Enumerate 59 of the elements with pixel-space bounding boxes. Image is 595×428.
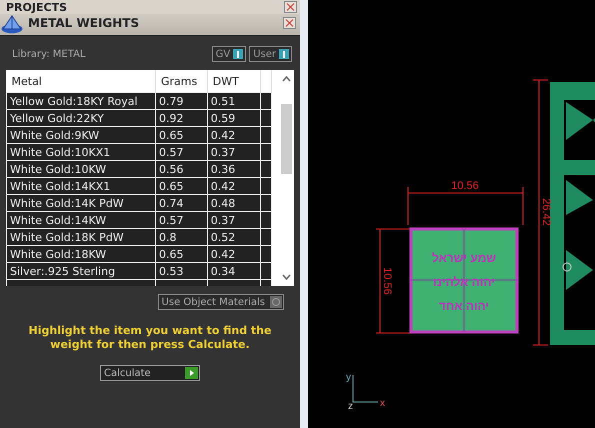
- scrollbar-thumb[interactable]: [281, 104, 292, 174]
- table-cell: Silver:.925 Sterling: [6, 262, 156, 280]
- table-cell: White Gold:10KW: [6, 160, 156, 178]
- table-cell: 0.37: [207, 144, 260, 160]
- table-cell: 0.65: [156, 178, 208, 194]
- table-cell: 0.79: [156, 92, 208, 110]
- table-cell: 0.42: [207, 126, 260, 144]
- engraving-text: יהוה אחד: [438, 299, 490, 313]
- table-cell: 0.48: [207, 194, 260, 212]
- pyramid-logo-icon: [0, 14, 24, 35]
- table-cell: 0.34: [207, 262, 260, 280]
- column-header[interactable]: DWT: [207, 70, 260, 92]
- table-cell: White Gold:10KX1: [6, 144, 156, 160]
- instruction-text: Highlight the item you want to find the weight for then press Calculate.: [28, 324, 272, 352]
- axis-label: x: [380, 398, 385, 409]
- table-cell: Yellow Gold:18KY Royal: [6, 92, 156, 110]
- scroll-down-icon[interactable]: [282, 274, 291, 280]
- table-cell: White Gold:9KW: [6, 126, 156, 144]
- table-cell: 0.57: [156, 144, 208, 160]
- dimension-label: 10.56: [451, 180, 479, 192]
- table-cell: 0.57: [156, 212, 208, 228]
- table-cell: 0.59: [207, 110, 260, 126]
- table-cell: 0.56: [156, 160, 208, 178]
- toggle-button[interactable]: User: [249, 46, 292, 62]
- table-cell: White Gold:14KW: [6, 212, 156, 228]
- object-materials-toggle[interactable]: Use Object Materials: [158, 294, 284, 310]
- table-cell: 0.37: [207, 212, 260, 228]
- table-cell: 0.65: [156, 126, 208, 144]
- axis-label: z: [348, 401, 353, 412]
- table-cell: 0.52: [207, 228, 260, 246]
- table-cell: White Gold:18KW: [6, 246, 156, 262]
- column-header[interactable]: Grams: [156, 70, 208, 92]
- table-cell: White Gold:14K PdW: [6, 194, 156, 212]
- table-cell: 0.42: [207, 246, 260, 262]
- panel-title: METAL WEIGHTS: [27, 15, 140, 30]
- close-button[interactable]: [284, 1, 297, 13]
- dimension-label: 26.42: [540, 198, 552, 226]
- table-cell: 0.65: [156, 246, 208, 262]
- calculate-button[interactable]: Calculate: [100, 365, 200, 381]
- table-cell: 0.42: [207, 178, 260, 194]
- table-cell: 0.92: [156, 110, 208, 126]
- panel-title: PROJECTS: [5, 1, 67, 14]
- play-icon: [185, 367, 198, 379]
- table-cell: 0.8: [156, 228, 208, 246]
- table-cell: White Gold:14KX1: [6, 178, 156, 194]
- close-button[interactable]: [283, 17, 296, 29]
- scroll-up-icon[interactable]: [282, 76, 291, 82]
- library-label: Library: METAL: [12, 48, 86, 60]
- table-cell: 0.51: [207, 92, 260, 110]
- axis-lines: [352, 374, 378, 402]
- column-header[interactable]: Metal: [6, 70, 156, 92]
- table-cell: 0.53: [156, 262, 208, 280]
- table-cell: 0.74: [156, 194, 208, 212]
- axis-label: y: [346, 372, 351, 383]
- dimension-label: 10.56: [381, 267, 393, 295]
- toggle-button[interactable]: GV: [212, 46, 246, 62]
- table-cell: Yellow Gold:22KY: [6, 110, 156, 126]
- table-cell: White Gold:18K PdW: [6, 228, 156, 246]
- table-cell: 0.36: [207, 160, 260, 178]
